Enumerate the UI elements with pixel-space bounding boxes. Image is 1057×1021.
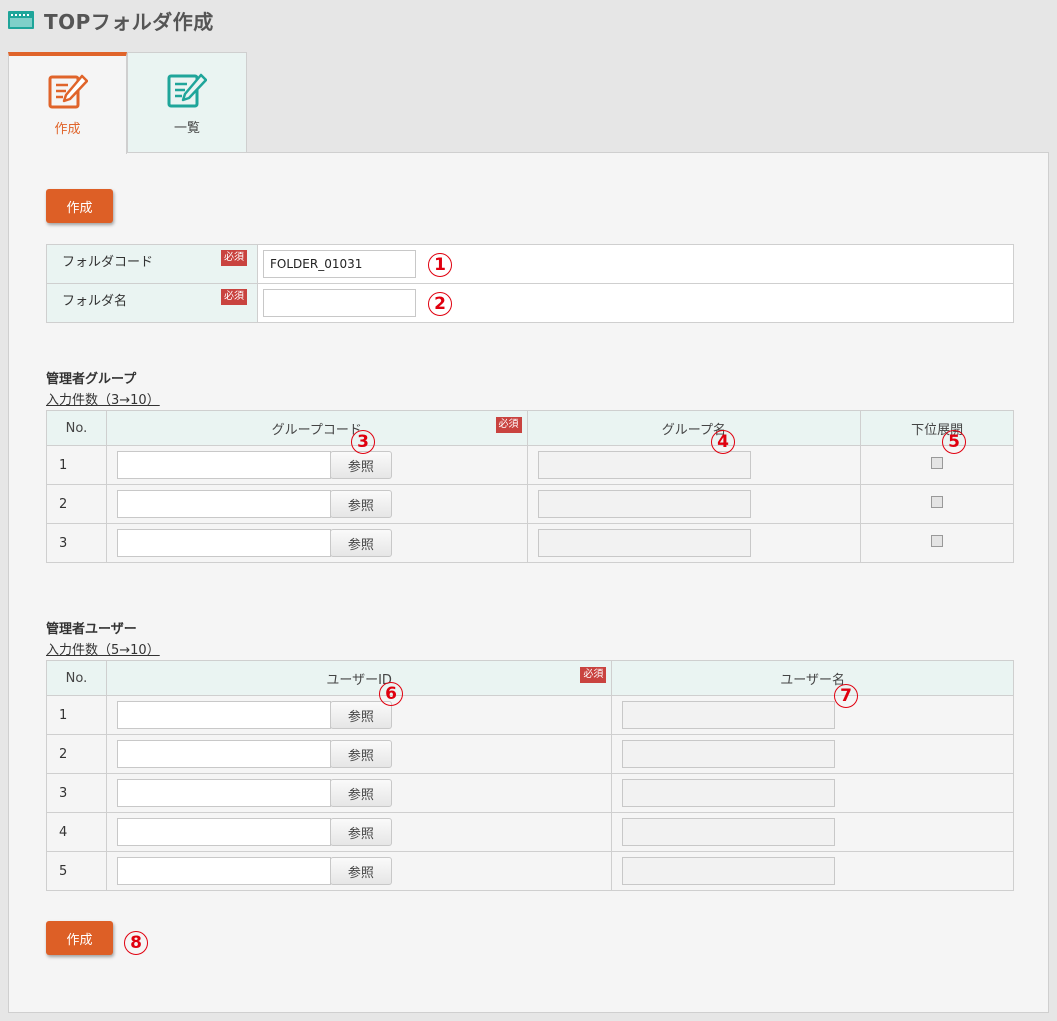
row-no: 2 [46,734,107,774]
col-header-group-code-label: グループコード [271,422,362,438]
row-no: 1 [46,445,107,485]
edit-icon [167,73,207,108]
user-name-field [622,857,836,885]
user-id-input[interactable] [116,818,331,846]
required-badge: 必須 [221,250,247,266]
table-row: 2 参照 [46,734,1014,774]
admin-users-title: 管理者ユーザー [46,622,137,637]
table-row: 3 参照 [46,773,1014,813]
row-no: 3 [46,773,107,813]
group-name-field [537,490,751,518]
folder-code-input[interactable] [263,250,416,278]
col-header-no: No. [46,660,107,696]
col-header-user-name: ユーザー名 [611,660,1014,696]
expand-checkbox[interactable] [931,535,944,547]
required-badge: 必須 [580,667,607,683]
window-icon [8,11,34,29]
user-id-input[interactable] [116,701,331,729]
page-title: TOPフォルダ作成 [44,9,214,34]
row-no: 3 [46,523,107,563]
admin-users-count-link[interactable]: 入力件数（5→10） [46,639,160,658]
admin-users-table: No. ユーザーID 必須 ユーザー名 1 参照 2 参照 3 参照 4 参照 [46,660,1014,891]
edit-icon [48,74,88,109]
folder-form: フォルダコード 必須 フォルダ名 必須 [46,244,1014,323]
user-id-input[interactable] [116,740,331,768]
table-row: 1 参照 [46,445,1014,485]
folder-name-label-cell: フォルダ名 必須 [46,283,258,323]
admin-groups-title: 管理者グループ [46,372,137,387]
create-button-bottom[interactable]: 作成 [46,921,113,955]
page-header: TOPフォルダ作成 [8,6,214,34]
table-row: 2 参照 [46,484,1014,524]
row-no: 5 [46,851,107,891]
row-no: 2 [46,484,107,524]
expand-checkbox[interactable] [931,496,944,508]
user-name-field [622,818,836,846]
user-id-input[interactable] [116,779,331,807]
annotation-marker-6: 6 [379,682,403,706]
row-no: 1 [46,695,107,735]
admin-groups-table: No. グループコード 必須 グループ名 下位展開 1 参照 2 参照 3 参照 [46,410,1014,563]
tab-create[interactable]: 作成 [8,52,127,154]
browse-button[interactable]: 参照 [329,529,392,557]
group-name-field [537,529,751,557]
group-name-field [537,451,751,479]
table-row: 5 参照 [46,851,1014,891]
group-code-input[interactable] [116,451,331,479]
tab-list[interactable]: 一覧 [127,52,247,153]
browse-button[interactable]: 参照 [329,740,392,768]
annotation-marker-3: 3 [351,430,375,454]
annotation-marker-7: 7 [834,684,858,708]
browse-button[interactable]: 参照 [329,490,392,518]
table-row: 1 参照 [46,695,1014,735]
user-name-field [622,740,836,768]
browse-button[interactable]: 参照 [329,701,392,729]
annotation-marker-5: 5 [942,430,966,454]
table-row: 4 参照 [46,812,1014,852]
col-header-no: No. [46,410,107,446]
browse-button[interactable]: 参照 [329,818,392,846]
user-name-field [622,779,836,807]
group-code-input[interactable] [116,529,331,557]
annotation-marker-4: 4 [711,430,735,454]
tab-create-label: 作成 [54,122,81,137]
folder-name-input[interactable] [263,289,416,317]
table-row: 3 参照 [46,523,1014,563]
content-panel: 作成 フォルダコード 必須 フォルダ名 必須 管理者グループ 入力件数（3→10… [8,152,1049,1013]
create-button-top[interactable]: 作成 [46,189,113,223]
user-id-input[interactable] [116,857,331,885]
admin-groups-count-link[interactable]: 入力件数（3→10） [46,389,160,408]
tab-list-label: 一覧 [173,121,200,136]
user-name-field [622,701,836,729]
browse-button[interactable]: 参照 [329,779,392,807]
required-badge: 必須 [221,289,247,305]
group-code-input[interactable] [116,490,331,518]
browse-button[interactable]: 参照 [329,857,392,885]
row-no: 4 [46,812,107,852]
annotation-marker-1: 1 [428,253,452,277]
col-header-expand: 下位展開 [860,410,1014,446]
required-badge: 必須 [495,417,522,433]
folder-code-label-cell: フォルダコード 必須 [46,244,258,284]
col-header-user-id: ユーザーID 必須 [105,660,613,696]
annotation-marker-8: 8 [124,931,148,955]
browse-button[interactable]: 参照 [329,451,392,479]
col-header-group-code: グループコード 必須 [105,410,528,446]
folder-name-label: フォルダ名 [62,294,128,309]
col-header-group-name: グループ名 [526,410,862,446]
expand-checkbox[interactable] [931,457,944,469]
folder-code-label: フォルダコード [62,255,154,270]
annotation-marker-2: 2 [428,292,452,316]
